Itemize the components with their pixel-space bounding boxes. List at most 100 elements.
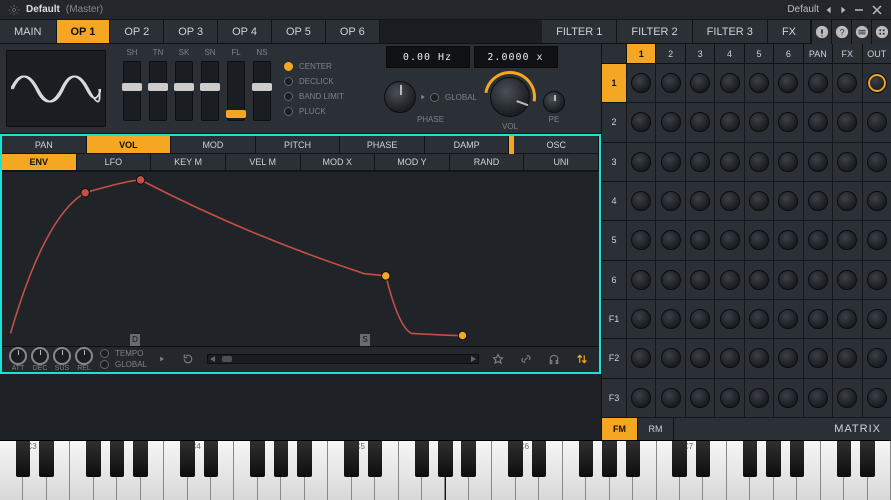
matrix-cell-6-4[interactable] — [714, 261, 743, 300]
matrix-cell-3-5[interactable] — [744, 143, 773, 182]
link-icon[interactable] — [515, 350, 537, 368]
param-tab-mod[interactable]: MOD — [171, 136, 256, 154]
preset-prev-icon[interactable] — [825, 6, 833, 14]
matrix-cell-5-5[interactable] — [744, 221, 773, 260]
matrix-cell-F3-3[interactable] — [685, 379, 714, 418]
black-key[interactable] — [438, 441, 453, 477]
global-phase[interactable]: GLOBAL — [430, 93, 477, 102]
matrix-cell-2-5[interactable] — [744, 103, 773, 142]
close-icon[interactable] — [871, 4, 883, 16]
option-center[interactable]: CENTER — [284, 62, 372, 71]
matrix-cell-5-FX[interactable] — [832, 221, 861, 260]
matrix-row-f3[interactable]: F3 — [602, 379, 626, 418]
matrix-cell-F1-1[interactable] — [626, 300, 655, 339]
piano-keyboard[interactable]: C3C4C5C6C7 — [0, 440, 891, 500]
param-tab-pitch[interactable]: PITCH — [256, 136, 341, 154]
play-icon[interactable] — [420, 94, 426, 100]
matrix-row-1[interactable]: 1 — [602, 64, 626, 103]
matrix-cell-1-2[interactable] — [655, 64, 684, 103]
freq-readout[interactable]: 0.00 Hz — [386, 46, 470, 68]
matrix-row-6[interactable]: 6 — [602, 261, 626, 300]
matrix-cell-3-3[interactable] — [685, 143, 714, 182]
black-key[interactable] — [133, 441, 148, 477]
source-tab-lfo[interactable]: LFO — [77, 154, 152, 171]
matrix-row-f1[interactable]: F1 — [602, 300, 626, 339]
vol-knob[interactable] — [487, 74, 533, 120]
param-tab-osc[interactable]: OSC — [514, 136, 599, 154]
matrix-row-2[interactable]: 2 — [602, 103, 626, 142]
matrix-cell-4-5[interactable] — [744, 182, 773, 221]
matrix-col-out[interactable]: OUT — [862, 44, 891, 64]
black-key[interactable] — [39, 441, 54, 477]
envelope-curve[interactable] — [2, 172, 599, 346]
black-key[interactable] — [508, 441, 523, 477]
matrix-cell-1-6[interactable] — [773, 64, 802, 103]
black-key[interactable] — [602, 441, 617, 477]
matrix-row-3[interactable]: 3 — [602, 143, 626, 182]
matrix-cell-F2-2[interactable] — [655, 339, 684, 378]
matrix-cell-2-OUT[interactable] — [862, 103, 891, 142]
tab-filter3[interactable]: FILTER 3 — [693, 20, 768, 43]
matrix-mode-rm[interactable]: RM — [638, 418, 674, 440]
matrix-cell-F1-2[interactable] — [655, 300, 684, 339]
tab-op5[interactable]: OP 5 — [272, 20, 326, 43]
matrix-cell-F2-OUT[interactable] — [862, 339, 891, 378]
source-tab-rand[interactable]: RAND — [450, 154, 525, 171]
matrix-cell-F2-5[interactable] — [744, 339, 773, 378]
tab-main[interactable]: MAIN — [0, 20, 57, 43]
black-key[interactable] — [344, 441, 359, 477]
matrix-row-5[interactable]: 5 — [602, 221, 626, 260]
env-att-knob[interactable] — [9, 347, 27, 365]
matrix-cell-F2-1[interactable] — [626, 339, 655, 378]
matrix-cell-F3-4[interactable] — [714, 379, 743, 418]
matrix-cell-1-4[interactable] — [714, 64, 743, 103]
matrix-cell-F1-OUT[interactable] — [862, 300, 891, 339]
black-key[interactable] — [368, 441, 383, 477]
preset-next-icon[interactable] — [839, 6, 847, 14]
matrix-cell-F3-OUT[interactable] — [862, 379, 891, 418]
black-key[interactable] — [532, 441, 547, 477]
matrix-cell-5-1[interactable] — [626, 221, 655, 260]
matrix-cell-6-3[interactable] — [685, 261, 714, 300]
tab-fx[interactable]: FX — [768, 20, 811, 43]
matrix-cell-3-1[interactable] — [626, 143, 655, 182]
slider-tn[interactable] — [149, 61, 167, 121]
menu-icon[interactable] — [851, 20, 871, 44]
matrix-cell-F1-PAN[interactable] — [803, 300, 832, 339]
hint-icon[interactable] — [811, 20, 831, 44]
tab-filter1[interactable]: FILTER 1 — [542, 20, 617, 43]
global-option[interactable]: GLOBAL — [100, 360, 147, 369]
matrix-cell-6-1[interactable] — [626, 261, 655, 300]
tab-op3[interactable]: OP 3 — [164, 20, 218, 43]
source-tab-keym[interactable]: KEY M — [151, 154, 226, 171]
matrix-col-5[interactable]: 5 — [744, 44, 773, 64]
ratio-readout[interactable]: 2.0000 x — [474, 46, 558, 68]
black-key[interactable] — [790, 441, 805, 477]
matrix-cell-3-2[interactable] — [655, 143, 684, 182]
matrix-cell-4-3[interactable] — [685, 182, 714, 221]
phase-knob[interactable] — [384, 81, 416, 113]
source-tab-mody[interactable]: MOD Y — [375, 154, 450, 171]
matrix-cell-5-6[interactable] — [773, 221, 802, 260]
matrix-cell-3-6[interactable] — [773, 143, 802, 182]
tempo-option[interactable]: TEMPO — [100, 349, 147, 358]
reset-icon[interactable] — [177, 350, 199, 368]
sustain-marker[interactable]: S — [360, 334, 370, 346]
black-key[interactable] — [743, 441, 758, 477]
slider-sk[interactable] — [175, 61, 193, 121]
matrix-cell-1-FX[interactable] — [832, 64, 861, 103]
black-key[interactable] — [180, 441, 195, 477]
decay-marker[interactable]: D — [130, 334, 140, 346]
matrix-col-3[interactable]: 3 — [685, 44, 714, 64]
matrix-cell-F3-5[interactable] — [744, 379, 773, 418]
black-key[interactable] — [415, 441, 430, 477]
matrix-cell-4-OUT[interactable] — [862, 182, 891, 221]
source-tab-velm[interactable]: VEL M — [226, 154, 301, 171]
slider-sn[interactable] — [201, 61, 219, 121]
matrix-cell-1-5[interactable] — [744, 64, 773, 103]
matrix-cell-F3-FX[interactable] — [832, 379, 861, 418]
matrix-cell-5-4[interactable] — [714, 221, 743, 260]
matrix-col-1[interactable]: 1 — [626, 44, 655, 64]
black-key[interactable] — [274, 441, 289, 477]
matrix-cell-6-FX[interactable] — [832, 261, 861, 300]
